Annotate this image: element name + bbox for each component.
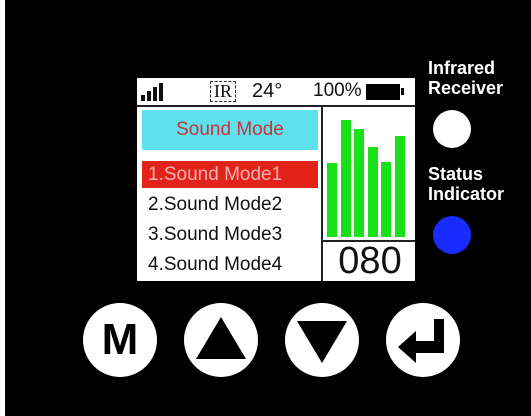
level-bar bbox=[367, 147, 378, 237]
status-indicator-label: Status Indicator bbox=[428, 164, 504, 204]
infrared-receiver-label: Infrared Receiver bbox=[428, 58, 503, 98]
level-value: 080 bbox=[338, 240, 402, 282]
ir-indicator: IR bbox=[210, 81, 236, 102]
status-bar: IR 24° 100% bbox=[137, 78, 415, 105]
battery-icon bbox=[366, 84, 400, 100]
battery-tip bbox=[401, 88, 404, 95]
device-panel: IR 24° 100% Sound Mode 1.Sound Mode1 2.S… bbox=[5, 0, 531, 416]
sound-mode-menu: Sound Mode 1.Sound Mode1 2.Sound Mode2 3… bbox=[137, 108, 321, 281]
triangle-down-icon bbox=[297, 321, 347, 363]
status-divider bbox=[137, 105, 415, 107]
enter-button[interactable] bbox=[386, 303, 460, 377]
m-icon: M bbox=[102, 315, 139, 364]
infrared-label-line2: Receiver bbox=[428, 78, 504, 98]
down-button[interactable] bbox=[285, 303, 359, 377]
up-button[interactable] bbox=[184, 303, 258, 377]
level-bars bbox=[327, 114, 413, 237]
menu-button[interactable]: M bbox=[83, 303, 157, 377]
infrared-receiver-led bbox=[433, 110, 471, 148]
level-bar bbox=[354, 129, 365, 237]
level-bar bbox=[340, 120, 351, 237]
level-bar bbox=[395, 136, 405, 237]
menu-item-sound-mode-3[interactable]: 3.Sound Mode3 bbox=[142, 221, 318, 248]
menu-title: Sound Mode bbox=[142, 110, 318, 150]
status-label-line1: Status bbox=[428, 164, 484, 184]
status-label-line2: Indicator bbox=[428, 184, 505, 204]
temperature-readout: 24° bbox=[252, 80, 283, 102]
level-bar bbox=[327, 163, 337, 237]
menu-divider bbox=[321, 107, 323, 281]
signal-strength-icon bbox=[141, 83, 165, 101]
triangle-up-icon bbox=[196, 317, 246, 359]
status-indicator-led bbox=[433, 216, 471, 254]
enter-arrow-icon bbox=[398, 319, 444, 363]
battery-percent: 100% bbox=[313, 80, 362, 101]
lcd-screen: IR 24° 100% Sound Mode 1.Sound Mode1 2.S… bbox=[137, 78, 415, 281]
menu-item-sound-mode-1[interactable]: 1.Sound Mode1 bbox=[142, 161, 318, 188]
infrared-label-line1: Infrared bbox=[428, 58, 496, 78]
menu-item-sound-mode-4[interactable]: 4.Sound Mode4 bbox=[142, 251, 318, 278]
menu-button-label: M bbox=[102, 315, 139, 364]
menu-item-sound-mode-2[interactable]: 2.Sound Mode2 bbox=[142, 191, 318, 218]
level-bar bbox=[381, 162, 392, 237]
